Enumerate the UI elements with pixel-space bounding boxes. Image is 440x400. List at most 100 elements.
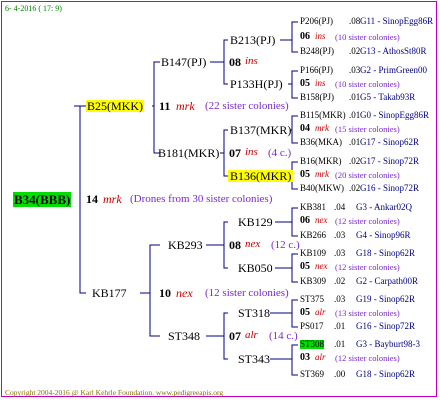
gen4-node: B40(MKW) xyxy=(300,183,344,193)
gen3-st318-node: ST318 xyxy=(238,306,271,320)
gen4-type: ins xyxy=(315,31,326,41)
gen4-note: (10 sister colonies) xyxy=(335,32,400,42)
gen3-p133h-node: P133H(PJ) xyxy=(230,77,283,91)
gen4-node: KB309 xyxy=(300,276,327,286)
gen4-note: (10 sister colonies) xyxy=(335,79,400,89)
gen4-number: 05 xyxy=(300,78,310,89)
gen4-number: 06 xyxy=(300,215,310,226)
gen4-score: .03 xyxy=(334,248,346,258)
gen4-node: P166(PJ) xyxy=(300,65,334,75)
gen4-line: G5 - Takab93R xyxy=(360,92,416,102)
gen4-line: G18 - Sinop62R xyxy=(356,248,416,258)
gen4-line: G16 - Sinop72R xyxy=(360,183,420,193)
gen4-number: 05 xyxy=(300,261,310,272)
footer-copyright: Copyright 2004-2016 @ Karl Kehrle Founda… xyxy=(5,388,224,397)
gen4-note: (13 sister colonies) xyxy=(335,308,400,318)
gen1-bottom-type: nex xyxy=(176,286,193,300)
gen4-type: ins xyxy=(315,78,326,88)
gen4-score: .01 xyxy=(349,110,361,120)
gen2-b181-number: 07 xyxy=(229,146,241,160)
gen4-number: 06 xyxy=(300,31,310,42)
gen4-line: G4 - Sinop96R xyxy=(356,230,411,240)
gen3-kb050-node: KB050 xyxy=(238,261,273,275)
gen4-line: G19 - Sinop62R xyxy=(356,294,416,304)
gen1-top-type: mrk xyxy=(176,99,195,113)
gen4-number: 05 xyxy=(300,307,310,318)
gen4-node: KB381 xyxy=(300,202,327,212)
gen4-number: 05 xyxy=(300,169,310,180)
gen4-score: .00 xyxy=(334,369,346,379)
gen3-b136-node: B136(MKR) xyxy=(228,169,294,183)
gen4-score: .01 xyxy=(349,92,361,102)
gen1-top-number: 11 xyxy=(159,99,171,113)
gen4-node: B115(MKR) xyxy=(300,110,346,120)
gen4-number: 03 xyxy=(300,352,310,363)
gen4-number: 04 xyxy=(300,123,310,134)
gen2-b147-number: 08 xyxy=(229,55,241,69)
gen1-bottom-note: (12 sister colonies) xyxy=(205,287,289,299)
gen4-score: .02 xyxy=(349,46,361,56)
gen4-line: G3 - Ankar02Q xyxy=(356,202,412,212)
gen4-score: .01 xyxy=(334,339,346,349)
gen1-top-note: (22 sister colonies) xyxy=(205,100,289,112)
gen2-kb293-node: KB293 xyxy=(168,238,203,252)
root-node: B34(BBB) xyxy=(13,192,72,207)
gen4-node: KB109 xyxy=(300,248,327,258)
gen4-line: G13 - AthosSt80R xyxy=(360,46,427,56)
gen3-st343-node: ST343 xyxy=(238,352,271,366)
gen4-score: .02 xyxy=(349,183,361,193)
gen3-kb129-node: KB129 xyxy=(238,215,273,229)
gen4-score: .02 xyxy=(334,276,346,286)
gen1-top-node: B25(MKK) xyxy=(86,99,144,113)
gen4-type: nex xyxy=(315,215,328,225)
gen4-score: .02 xyxy=(349,156,361,166)
gen4-node: ST369 xyxy=(300,369,325,379)
gen4-line: G16 - Sinop72R xyxy=(356,321,416,331)
gen4-node: PS017 xyxy=(300,321,324,331)
gen4-node: B158(PJ) xyxy=(300,92,335,102)
gen1-mid-type: mrk xyxy=(103,192,122,206)
gen4-score: .03 xyxy=(334,294,346,304)
gen2-st348-number: 07 xyxy=(229,329,241,343)
gen2-st348-note: (14 c.) xyxy=(269,330,298,342)
date-header: 6- 4-2016 ( 17: 9) xyxy=(5,4,62,13)
gen4-type: mrk xyxy=(315,169,329,179)
gen2-b181-type: ins xyxy=(245,146,258,158)
gen2-b147-type: ins xyxy=(245,55,258,67)
gen4-line: G2 - PrimGreen00 xyxy=(360,65,427,75)
gen4-line: G0 - SinopEgg86R xyxy=(360,110,430,120)
gen4-score: .08 xyxy=(349,16,361,26)
gen4-note: (12 sister colonies) xyxy=(335,216,400,226)
gen4-score: .03 xyxy=(334,230,346,240)
gen1-bottom-number: 10 xyxy=(159,286,171,300)
gen4-note: (15 sister colonies) xyxy=(335,124,400,134)
gen4-score: .01 xyxy=(349,137,361,147)
gen2-st348-node: ST348 xyxy=(168,329,201,343)
gen3-b137-node: B137(MKR) xyxy=(230,123,292,137)
gen4-note: (12 sister colonies) xyxy=(335,353,400,363)
gen3-b213-node: B213(PJ) xyxy=(230,33,276,47)
gen2-kb293-note: (12 c.) xyxy=(271,239,300,251)
gen4-line: G2 - Carpath00R xyxy=(356,276,418,286)
gen4-line: G11 - SinopEgg86R xyxy=(360,16,434,26)
gen1-mid-number: 14 xyxy=(86,192,98,206)
gen4-type: nex xyxy=(315,261,328,271)
gen4-note: (20 sister colonies) xyxy=(335,170,400,180)
gen4-type: alr xyxy=(315,352,326,362)
gen4-score: .04 xyxy=(334,202,346,212)
gen4-node: P206(PJ) xyxy=(300,16,334,26)
gen4-line: G17 - Sinop62R xyxy=(360,137,420,147)
gen4-type: alr xyxy=(315,307,326,317)
gen2-kb293-type: nex xyxy=(245,238,261,250)
gen4-node: ST375 xyxy=(300,294,325,304)
gen4-node: B248(PJ) xyxy=(300,46,335,56)
gen1-mid-note: (Drones from 30 sister colonies) xyxy=(130,193,273,205)
gen4-node: ST308 xyxy=(300,339,325,349)
gen1-bottom-node: KB177 xyxy=(92,286,127,300)
gen4-line: G3 - Bayburt98-3 xyxy=(356,339,420,349)
gen2-b147-node: B147(PJ) xyxy=(161,55,207,69)
gen4-node: KB266 xyxy=(300,230,327,240)
gen2-kb293-number: 08 xyxy=(229,238,241,252)
gen4-score: .01 xyxy=(334,321,346,331)
gen4-node: B36(MKA) xyxy=(300,137,342,147)
